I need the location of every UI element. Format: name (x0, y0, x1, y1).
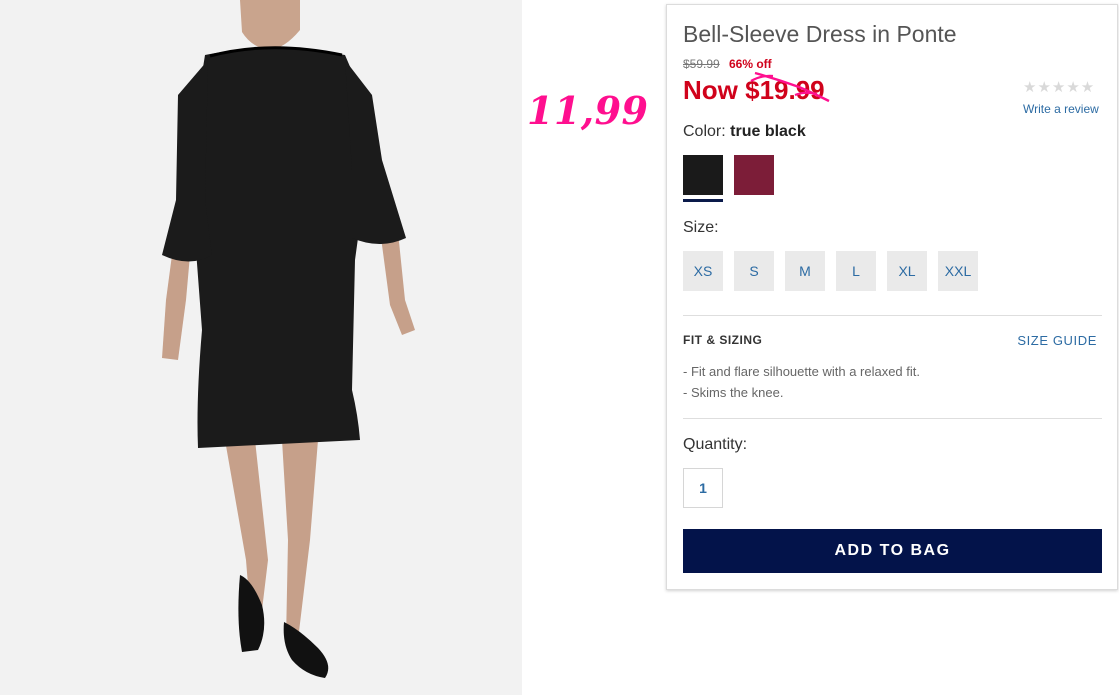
product-image (0, 0, 522, 695)
size-option-xxl[interactable]: XXL (938, 251, 978, 291)
swatch-selected-indicator (683, 199, 723, 202)
fit-bullet: - Skims the knee. (683, 385, 784, 400)
add-to-bag-button[interactable]: ADD TO BAG (683, 529, 1102, 573)
color-row: Color: true black (683, 123, 806, 141)
divider (683, 315, 1102, 316)
swatch-true-black[interactable] (683, 155, 723, 195)
quantity-label: Quantity: (683, 436, 748, 453)
size-guide-link[interactable]: SIZE GUIDE (1017, 333, 1097, 348)
price-strike-scribble (750, 71, 830, 103)
model-photo-illustration (0, 0, 522, 695)
selected-color-name: true black (730, 123, 806, 140)
size-option-s[interactable]: S (734, 251, 774, 291)
fit-sizing-heading: FIT & SIZING (683, 333, 763, 347)
size-option-l[interactable]: L (836, 251, 876, 291)
fit-bullet: - Fit and flare silhouette with a relaxe… (683, 364, 921, 379)
divider (683, 418, 1102, 419)
size-label: Size: (683, 219, 719, 236)
size-option-m[interactable]: M (785, 251, 825, 291)
product-title: Bell-Sleeve Dress in Ponte (683, 21, 957, 47)
color-label: Color: (683, 123, 726, 140)
quantity-input[interactable]: 1 (683, 468, 723, 508)
handwritten-price-annotation: 11,99 (527, 88, 649, 133)
rating-stars: ★★★★★ (1023, 79, 1096, 96)
sale-price: Now $19.99 (683, 71, 830, 106)
product-detail-panel: Bell-Sleeve Dress in Ponte $59.99 66% of… (666, 4, 1118, 590)
size-option-xl[interactable]: XL (887, 251, 927, 291)
original-price: $59.99 (683, 57, 720, 71)
size-option-xs[interactable]: XS (683, 251, 723, 291)
swatch-burgundy[interactable] (734, 155, 774, 195)
write-review-link[interactable]: Write a review (1023, 102, 1099, 116)
